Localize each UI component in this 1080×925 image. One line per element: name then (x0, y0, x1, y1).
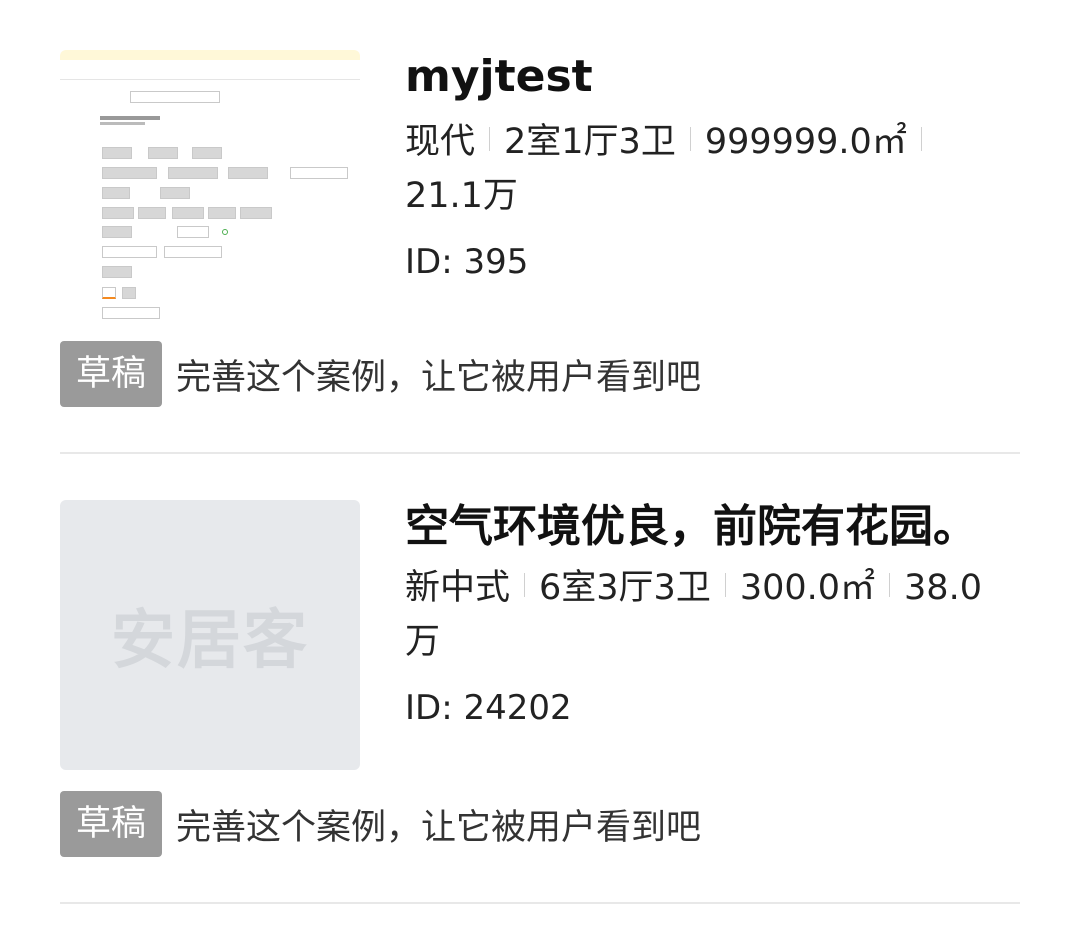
case-info[interactable]: 空气环境优良，前院有花园。 新中式 6室3厅3卫 300.0㎡ 38.0万 ID: 2… (405, 495, 1005, 735)
case-info[interactable]: myjtest 现代 2室1厅3卫 999999.0㎡ 21.1万 ID: 395 (405, 45, 1005, 289)
case-style: 现代 (405, 122, 476, 162)
thumbnail-notice-bar (60, 50, 360, 60)
case-id: ID: 24202 (405, 688, 572, 728)
status-badge: 草稿 (60, 341, 163, 407)
card-divider (60, 452, 1020, 454)
meta-separator (524, 573, 526, 597)
case-card[interactable]: 安居客 空气环境优良，前院有花园。 新中式 6室3厅3卫 300.0㎡ 38.0万 I… (60, 455, 1020, 905)
meta-separator (724, 573, 726, 597)
case-meta: 新中式 6室3厅3卫 300.0㎡ 38.0万 (405, 561, 1005, 669)
placeholder-logo: 安居客 (111, 604, 309, 678)
case-title: myjtest (405, 51, 593, 102)
case-area: 999999.0㎡ (704, 122, 907, 162)
case-card[interactable]: myjtest 现代 2室1厅3卫 999999.0㎡ 21.1万 ID: 395 草… (60, 0, 1020, 455)
case-area: 300.0㎡ (739, 568, 876, 608)
status-hint: 完善这个案例，让它被用户看到吧 (176, 807, 702, 848)
status-badge: 草稿 (60, 791, 163, 857)
case-layout: 2室1厅3卫 (504, 122, 676, 162)
case-title: 空气环境优良，前院有花园。 (405, 501, 977, 552)
meta-separator (920, 127, 922, 151)
status-hint: 完善这个案例，让它被用户看到吧 (176, 357, 702, 398)
case-thumbnail[interactable] (60, 50, 360, 320)
case-status-row[interactable]: 草稿 完善这个案例，让它被用户看到吧 (60, 340, 701, 408)
case-layout: 6室3厅3卫 (539, 568, 711, 608)
case-price: 21.1万 (405, 176, 518, 216)
case-status-row[interactable]: 草稿 完善这个案例，让它被用户看到吧 (60, 790, 701, 858)
thumbnail-divider (60, 79, 360, 80)
case-thumbnail[interactable]: 安居客 (60, 500, 360, 770)
meta-separator (489, 127, 491, 151)
case-style: 新中式 (405, 568, 511, 608)
card-divider (60, 902, 1020, 904)
meta-separator (889, 573, 891, 597)
case-meta: 现代 2室1厅3卫 999999.0㎡ 21.1万 (405, 115, 1005, 223)
meta-separator (689, 127, 691, 151)
case-id: ID: 395 (405, 242, 529, 282)
